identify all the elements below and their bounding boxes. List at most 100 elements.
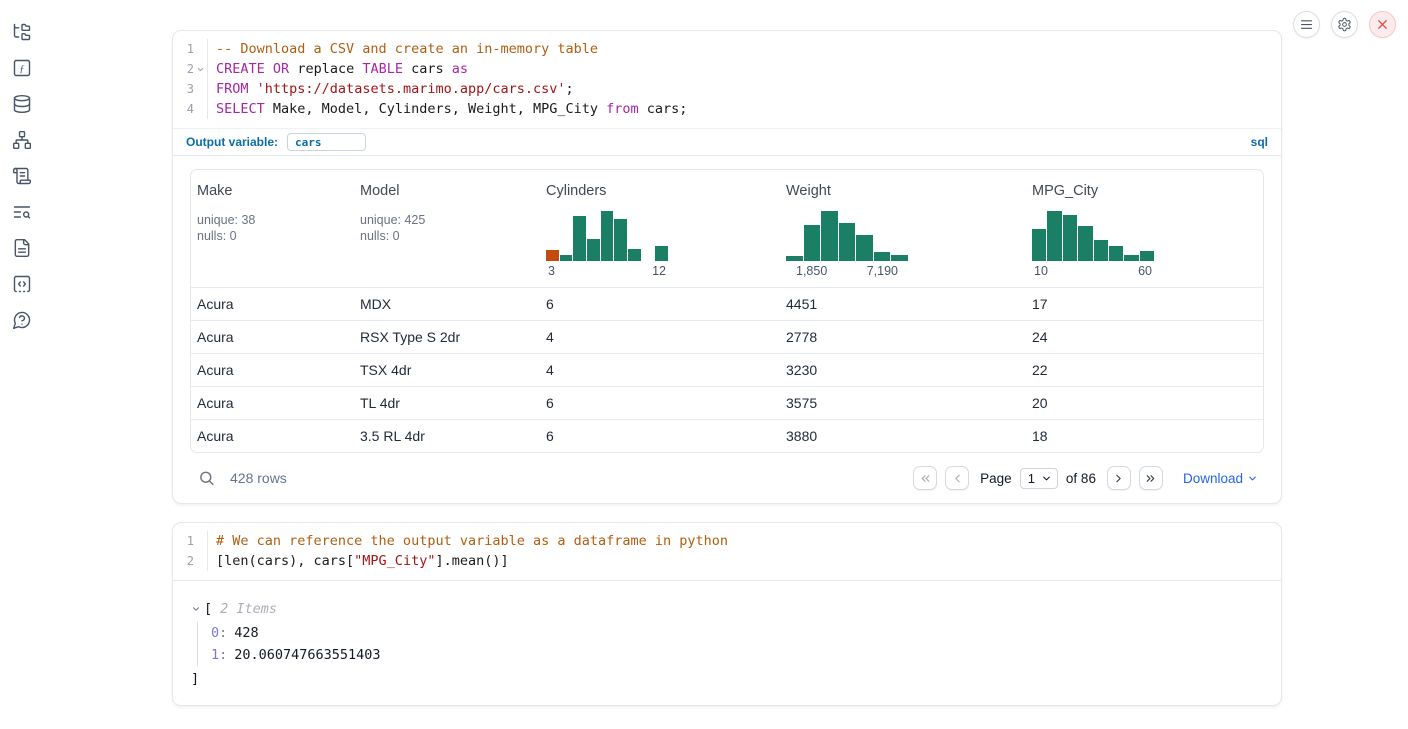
- histogram-bars: [546, 211, 668, 261]
- histogram-bar: [587, 239, 600, 261]
- output-variable-input[interactable]: [287, 133, 366, 151]
- table-cell: 20: [1032, 395, 1263, 411]
- column-header-weight: Weight 1,8507,190: [786, 182, 1032, 278]
- histogram-bar: [1140, 251, 1154, 261]
- settings-gear-icon: [1337, 17, 1352, 32]
- tree-close-row: ]: [191, 668, 1281, 690]
- sidebar-item-logs-search[interactable]: [12, 202, 32, 222]
- sql-code-line: 4 SELECT Make, Model, Cylinders, Weight, …: [173, 99, 1281, 119]
- table-row: AcuraTL 4dr6357520: [191, 386, 1263, 419]
- page-select[interactable]: 1: [1020, 468, 1058, 489]
- sidebar-item-documentation-file[interactable]: [12, 238, 32, 258]
- collapse-chevron-icon[interactable]: [191, 604, 204, 614]
- sidebar-item-function-square[interactable]: ƒ: [12, 58, 32, 78]
- sidebar-item-help-question[interactable]: [12, 310, 32, 330]
- token-comment: -- Download a CSV and create an in-memor…: [216, 41, 598, 57]
- histogram-bar: [874, 252, 891, 261]
- table-row: AcuraTSX 4dr4323022: [191, 353, 1263, 386]
- pagination: Page 1 of 86 Download: [913, 466, 1258, 490]
- table-cell: 24: [1032, 329, 1263, 345]
- fold-slot: [194, 551, 207, 571]
- histogram-bar: [1063, 215, 1077, 261]
- python-code-editor[interactable]: 1 # We can reference the output variable …: [173, 523, 1281, 580]
- code-text[interactable]: [len(cars), cars["MPG_City"].mean()]: [207, 551, 1281, 571]
- column-name[interactable]: Model: [360, 183, 400, 199]
- topbar-controls: [1293, 11, 1396, 38]
- data-table: Makeunique: 38nulls: 0Modelunique: 425nu…: [190, 169, 1264, 453]
- fold-chevron-icon[interactable]: [194, 59, 207, 79]
- sidebar-item-snippets-code[interactable]: [12, 274, 32, 294]
- code-text[interactable]: SELECT Make, Model, Cylinders, Weight, M…: [207, 99, 1281, 119]
- token-str: 'https://datasets.marimo.app/cars.csv': [257, 81, 566, 97]
- sql-code-line: 3FROM 'https://datasets.marimo.app/cars.…: [173, 79, 1281, 99]
- sql-cell-footer: Output variable: sql: [173, 128, 1281, 155]
- last-page-button[interactable]: [1139, 466, 1163, 490]
- code-text[interactable]: CREATE OR replace TABLE cars as: [207, 59, 1281, 79]
- table-cell: MDX: [360, 296, 546, 312]
- table-header-row: Makeunique: 38nulls: 0Modelunique: 425nu…: [191, 170, 1263, 287]
- download-button[interactable]: Download: [1183, 471, 1258, 486]
- column-histogram: 1,8507,190: [786, 211, 908, 278]
- tree-entry: 1:20.060747663551403: [211, 644, 1281, 666]
- prev-page-button[interactable]: [945, 466, 969, 490]
- next-page-button[interactable]: [1107, 466, 1131, 490]
- histogram-axis-labels: 312: [546, 264, 668, 278]
- column-name[interactable]: MPG_City: [1032, 183, 1098, 199]
- shutdown-close-button[interactable]: [1369, 11, 1396, 38]
- token-plain: cars: [403, 61, 452, 77]
- column-name[interactable]: Cylinders: [546, 183, 606, 199]
- sidebar-item-dependency-graph[interactable]: [12, 130, 32, 150]
- token-kw: FROM: [216, 81, 249, 97]
- column-header-cylinders: Cylinders 312: [546, 182, 786, 278]
- table-cell: Acura: [197, 296, 360, 312]
- line-number: 1: [173, 39, 194, 59]
- table-cell: 17: [1032, 296, 1263, 312]
- column-name[interactable]: Weight: [786, 183, 831, 199]
- first-page-button[interactable]: [913, 466, 937, 490]
- search-icon[interactable]: [198, 470, 215, 487]
- items-count-label: 2 Items: [220, 598, 277, 620]
- column-name[interactable]: Make: [197, 183, 232, 199]
- code-text[interactable]: -- Download a CSV and create an in-memor…: [207, 39, 1281, 59]
- token-plain: Make, Model, Cylinders, Weight, MPG_City: [265, 101, 606, 117]
- column-header-mpg_city: MPG_City1060: [1032, 182, 1263, 278]
- histogram-bar: [655, 246, 668, 261]
- line-number: 2: [173, 551, 194, 571]
- histogram-bar: [856, 235, 873, 261]
- table-cell: 3.5 RL 4dr: [360, 428, 546, 444]
- histogram-bar: [601, 211, 614, 261]
- histogram-bar: [614, 219, 627, 261]
- sidebar: ƒ: [0, 0, 44, 729]
- histogram-bars: [786, 211, 908, 261]
- table-cell: RSX Type S 2dr: [360, 329, 546, 345]
- column-stats: unique: 38nulls: 0: [197, 212, 360, 244]
- language-badge[interactable]: sql: [1251, 135, 1268, 149]
- sql-cell: 1 -- Download a CSV and create an in-memo…: [172, 30, 1282, 504]
- table-cell: 4451: [786, 296, 1032, 312]
- table-cell: 18: [1032, 428, 1263, 444]
- table-cell: Acura: [197, 395, 360, 411]
- token-kw: SELECT: [216, 101, 265, 117]
- axis-min-label: 1,850: [796, 264, 827, 278]
- axis-max-label: 60: [1138, 264, 1152, 278]
- python-output-section: [ 2 Items 0:4281:20.060747663551403 ]: [173, 580, 1281, 705]
- code-text[interactable]: FROM 'https://datasets.marimo.app/cars.c…: [207, 79, 1281, 99]
- fold-slot: [194, 39, 207, 59]
- histogram-bar: [839, 223, 856, 261]
- settings-gear-button[interactable]: [1331, 11, 1358, 38]
- table-row: AcuraMDX6445117: [191, 287, 1263, 320]
- line-number: 4: [173, 99, 194, 119]
- line-number: 1: [173, 531, 194, 551]
- sidebar-item-database[interactable]: [12, 94, 32, 114]
- svg-text:ƒ: ƒ: [19, 63, 24, 75]
- close-bracket: ]: [191, 668, 199, 690]
- unique-count: unique: 38: [197, 212, 360, 228]
- histogram-bar: [1109, 246, 1123, 261]
- token-kw: TABLE: [362, 61, 403, 77]
- sidebar-item-scratchpad-scroll[interactable]: [12, 166, 32, 186]
- code-text[interactable]: # We can reference the output variable a…: [207, 531, 1281, 551]
- menu-button[interactable]: [1293, 11, 1320, 38]
- histogram-bar: [1032, 229, 1046, 261]
- sidebar-item-file-tree[interactable]: [12, 22, 32, 42]
- sql-code-editor[interactable]: 1 -- Download a CSV and create an in-memo…: [173, 31, 1281, 128]
